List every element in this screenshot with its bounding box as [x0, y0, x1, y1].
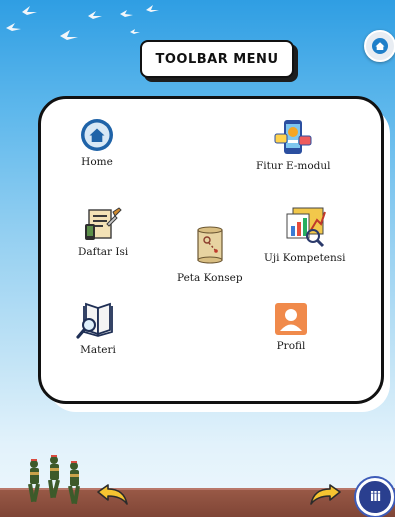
phone-features-icon [274, 120, 312, 154]
menu-item-daftar-isi[interactable]: Daftar Isi [78, 206, 128, 258]
next-arrow-button[interactable] [308, 484, 342, 508]
menu-item-fitur-e-modul[interactable]: Fitur E-modul [256, 118, 331, 172]
home-button[interactable] [364, 30, 395, 62]
scroll-map-icon [197, 226, 223, 264]
menu-item-profil[interactable]: Profil [274, 302, 308, 352]
menu-label-home: Home [81, 156, 113, 168]
menu-label-daftar-isi: Daftar Isi [78, 246, 129, 258]
menu-grid-button[interactable]: iii [356, 478, 394, 516]
home-icon [81, 119, 113, 151]
menu-item-uji-kompetensi[interactable]: Uji Kompetensi [264, 206, 346, 264]
menu-label-fitur-e-modul: Fitur E-modul [256, 160, 331, 172]
book-magnifier-icon [76, 302, 113, 339]
title-banner: TOOLBAR MENU [140, 40, 294, 78]
menu-label-uji-kompetensi: Uji Kompetensi [264, 252, 346, 264]
back-arrow-button[interactable] [96, 484, 130, 508]
menu-label-peta-konsep: Peta Konsep [177, 272, 243, 284]
home-icon [372, 38, 388, 54]
menu-item-materi[interactable]: Materi [76, 300, 120, 356]
app-screen: TOOLBAR MENU Home Fitur E-modul Daftar I… [0, 0, 395, 517]
menu-item-home[interactable]: Home [80, 118, 114, 168]
chart-analysis-icon [286, 207, 326, 248]
grid-menu-icon: iii [369, 489, 381, 505]
page-title: TOOLBAR MENU [155, 51, 279, 67]
menu-label-materi: Materi [80, 344, 116, 356]
profile-icon [275, 303, 307, 335]
menu-label-profil: Profil [276, 340, 306, 352]
dancers-illustration [28, 455, 80, 505]
document-list-icon [85, 207, 122, 240]
menu-item-peta-konsep[interactable]: Peta Konsep [177, 224, 243, 284]
